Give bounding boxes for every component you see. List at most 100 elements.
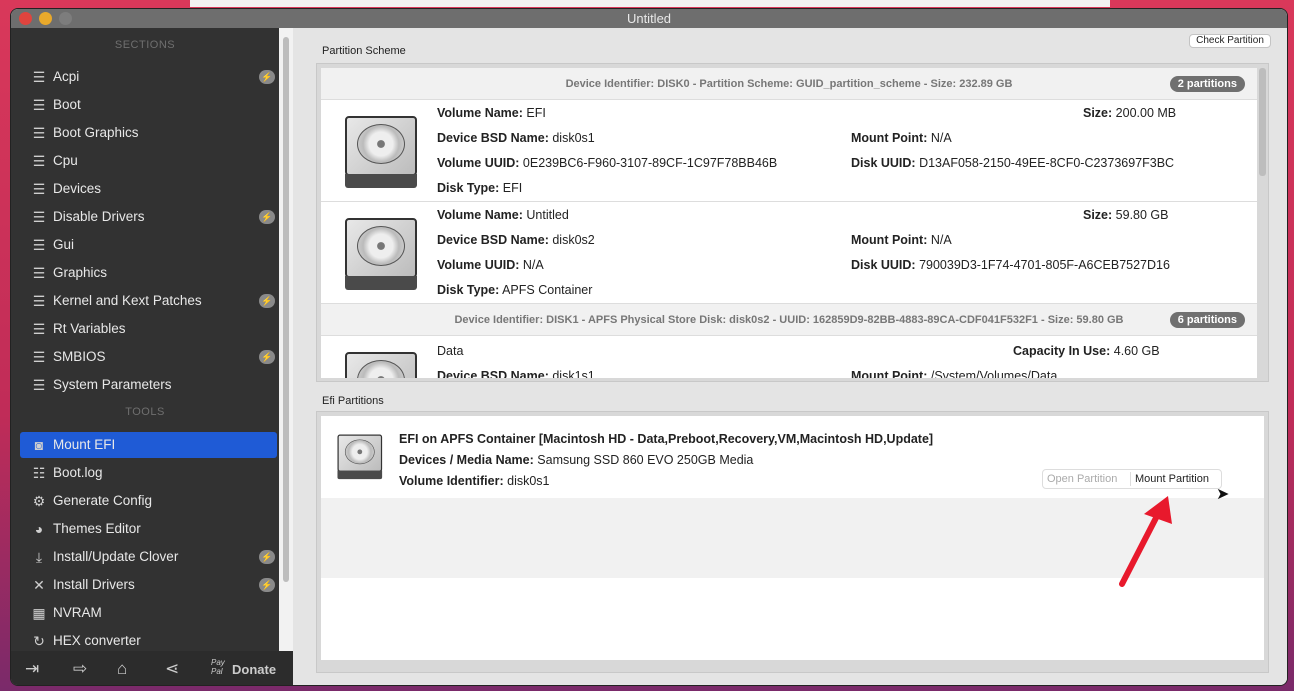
- donate-button[interactable]: Donate: [232, 662, 276, 677]
- field: Disk Type: APFS Container: [437, 283, 592, 297]
- sidebar-scroll-thumb[interactable]: [283, 37, 289, 582]
- field-label: Capacity In Use:: [1013, 344, 1111, 358]
- sidebar-item-gui[interactable]: ☰ Gui: [20, 232, 277, 258]
- volume-row[interactable]: Volume Name: Untitled Size: 59.80 GB Devic…: [321, 202, 1257, 304]
- media-value: Samsung SSD 860 EVO 250GB Media: [537, 453, 754, 467]
- field-label: Volume UUID:: [437, 156, 520, 170]
- home-icon[interactable]: ⌂: [117, 659, 127, 679]
- field-value: disk0s1: [552, 131, 595, 145]
- field: Disk UUID: D13AF058-2150-49EE-8CF0-C2373…: [851, 156, 1174, 170]
- import-icon[interactable]: ⇥: [25, 659, 39, 679]
- sidebar-item-label: Gui: [53, 237, 75, 252]
- field-value: N/A: [930, 233, 952, 247]
- download-icon: ⤓: [35, 549, 43, 565]
- sidebar-item-label: HEX converter: [53, 633, 141, 648]
- app-window: Untitled SECTIONS TOOLS ☰ Acpi ⚡ ☰ Boot ☰ Boot…: [10, 8, 1288, 686]
- field-value: disk1s1: [552, 369, 595, 378]
- sidebar-item-label: Acpi: [53, 69, 80, 84]
- field: Disk Type: EFI: [437, 181, 522, 195]
- field-label: Volume Name:: [437, 208, 523, 222]
- mouse-cursor-icon: ➤: [1216, 486, 1230, 503]
- hard-disk-icon: [335, 432, 385, 480]
- sidebar-item-label: SMBIOS: [53, 349, 106, 364]
- lightning-badge-icon: ⚡: [259, 350, 275, 364]
- sidebar-item-devices[interactable]: ☰ Devices: [20, 176, 277, 202]
- field: Volume Name: Untitled: [437, 208, 569, 222]
- field-value: N/A: [930, 131, 952, 145]
- list-icon: ☰: [32, 181, 46, 197]
- sidebar-item-label: NVRAM: [53, 605, 102, 620]
- sidebar-item-install-drivers[interactable]: ✕ Install Drivers ⚡: [20, 572, 277, 598]
- sidebar-item-generate-config[interactable]: ⚙ Generate Config: [20, 488, 277, 514]
- list-icon: ☰: [32, 125, 46, 141]
- partition-scheme-box: Device Identifier: DISK0 - Partition Sch…: [316, 63, 1269, 382]
- partition-scrollbar-thumb[interactable]: [1259, 68, 1266, 176]
- efi-title: EFI on APFS Container [Macintosh HD - Da…: [399, 432, 934, 446]
- zoom-button[interactable]: [59, 12, 72, 25]
- field-value: N/A: [522, 258, 544, 272]
- field-label: Disk UUID:: [851, 156, 916, 170]
- volume-identifier-value: disk0s1: [507, 474, 550, 488]
- sidebar-item-label: Cpu: [53, 153, 78, 168]
- sidebar-item-themes-editor[interactable]: ◕ Themes Editor: [20, 516, 277, 542]
- minimize-button[interactable]: [39, 12, 52, 25]
- volume-row[interactable]: Volume Name: EFI Size: 200.00 MB Device BS…: [321, 100, 1257, 202]
- sidebar-item-acpi[interactable]: ☰ Acpi ⚡: [20, 64, 277, 90]
- field: Volume UUID: N/A: [437, 258, 544, 272]
- sidebar-item-label: Graphics: [53, 265, 108, 280]
- list-icon: ☰: [32, 153, 46, 169]
- sidebar-item-label: Devices: [53, 181, 102, 196]
- sidebar-item-graphics[interactable]: ☰ Graphics: [20, 260, 277, 286]
- sidebar-item-smbios[interactable]: ☰ SMBIOS ⚡: [20, 344, 277, 370]
- mount-partition-button[interactable]: Mount Partition: [1135, 473, 1209, 485]
- list-icon: ☰: [32, 349, 46, 365]
- device-identifier: Device Identifier: DISK1 - APFS Physical…: [454, 314, 1124, 326]
- open-partition-button[interactable]: Open Partition: [1047, 473, 1117, 485]
- sidebar-item-disable-drivers[interactable]: ☰ Disable Drivers ⚡: [20, 204, 277, 230]
- efi-row[interactable]: EFI on APFS Container [Macintosh HD - Da…: [321, 416, 1264, 498]
- tools-header: TOOLS: [125, 406, 165, 418]
- sidebar-item-boot[interactable]: ☰ Boot: [20, 92, 277, 118]
- sidebar-item-boot-graphics[interactable]: ☰ Boot Graphics: [20, 120, 277, 146]
- sidebar-item-cpu[interactable]: ☰ Cpu: [20, 148, 277, 174]
- chip-icon: ▦: [32, 605, 46, 621]
- export-icon[interactable]: ⇨: [73, 659, 87, 679]
- field: Volume Name: EFI: [437, 106, 546, 120]
- tools-icon: ✕: [33, 577, 45, 593]
- sidebar-item-label: Boot: [53, 97, 81, 112]
- sidebar-item-label: Mount EFI: [53, 437, 116, 452]
- share-icon[interactable]: ⋖: [165, 659, 179, 679]
- check-partition-button[interactable]: Check Partition: [1189, 34, 1271, 48]
- sidebar-item-nvram[interactable]: ▦ NVRAM: [20, 600, 277, 626]
- window-title: Untitled: [626, 11, 672, 26]
- field: Size: 59.80 GB: [1083, 208, 1169, 222]
- sections-header: SECTIONS: [114, 39, 176, 51]
- partition-count-badge: 6 partitions: [1169, 312, 1245, 328]
- partition-count-badge: 2 partitions: [1169, 76, 1245, 92]
- sidebar-item-mount-efi[interactable]: ◙ Mount EFI: [20, 432, 277, 458]
- device-header: Device Identifier: DISK1 - APFS Physical…: [321, 304, 1257, 336]
- annotation-arrow: [1119, 496, 1172, 587]
- volume-row[interactable]: Data Capacity In Use: 4.60 GB Device BSD N…: [321, 336, 1257, 378]
- field-value: /System/Volumes/Data: [930, 369, 1058, 378]
- list-icon: ☰: [32, 237, 46, 253]
- field-value: 0E239BC6-F960-3107-89CF-1C97F78BB46B: [522, 156, 778, 170]
- device-header: Device Identifier: DISK0 - Partition Sch…: [321, 68, 1257, 100]
- field-value: 59.80 GB: [1115, 208, 1169, 222]
- sidebar-item-kernel-and-kext-patches[interactable]: ☰ Kernel and Kext Patches ⚡: [20, 288, 277, 314]
- partition-list: Device Identifier: DISK0 - Partition Sch…: [321, 68, 1257, 378]
- field: Size: 200.00 MB: [1083, 106, 1176, 120]
- close-button[interactable]: [19, 12, 32, 25]
- field-label: Disk Type:: [437, 283, 500, 297]
- sidebar-item-system-parameters[interactable]: ☰ System Parameters: [20, 372, 277, 398]
- sidebar-item-rt-variables[interactable]: ☰ Rt Variables: [20, 316, 277, 342]
- main-content: Check Partition Partition Scheme Device …: [294, 28, 1287, 685]
- lightning-badge-icon: ⚡: [259, 294, 275, 308]
- field: Mount Point: N/A: [851, 131, 952, 145]
- sidebar-item-install-update-clover[interactable]: ⤓ Install/Update Clover ⚡: [20, 544, 277, 570]
- field-label: Size:: [1083, 106, 1113, 120]
- sidebar-item-boot-log[interactable]: ☷ Boot.log: [20, 460, 277, 486]
- list-icon: ☰: [32, 321, 46, 337]
- lightning-badge-icon: ⚡: [259, 550, 275, 564]
- paypal-icon: Pay Pal: [211, 658, 225, 676]
